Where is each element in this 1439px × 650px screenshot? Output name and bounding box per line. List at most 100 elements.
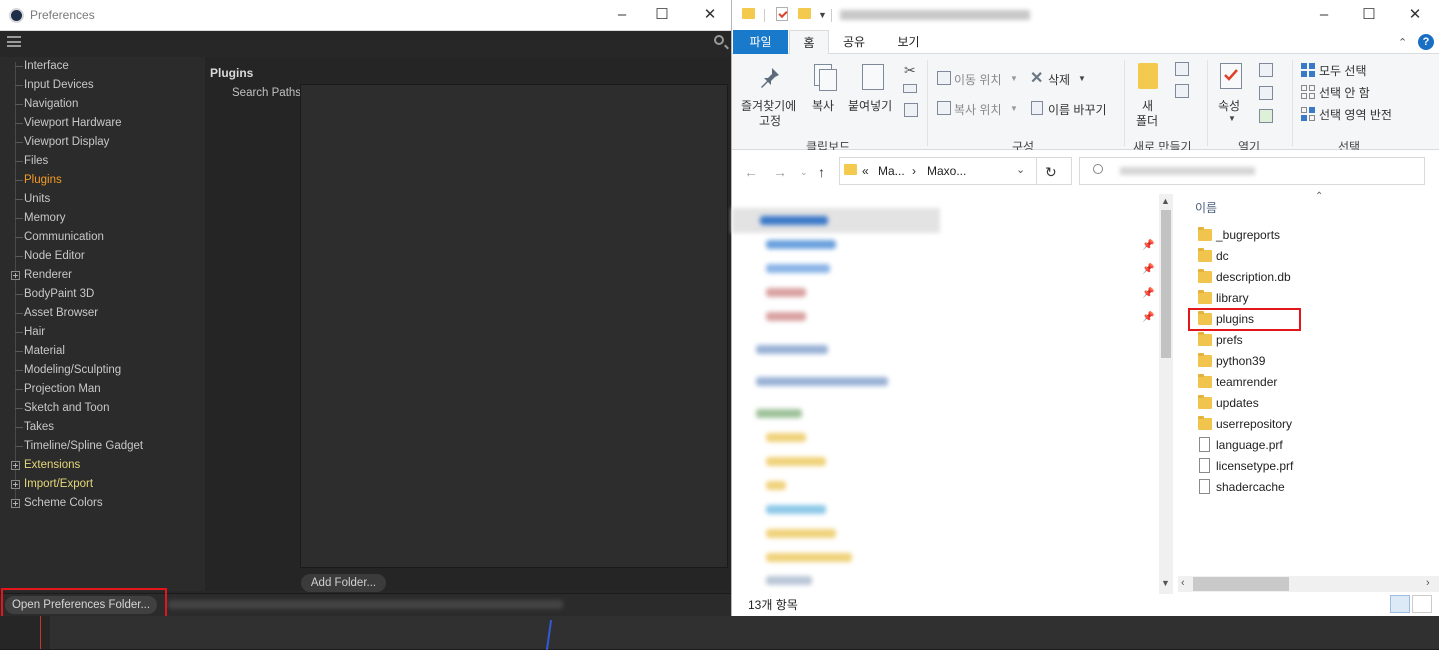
search-paths-list[interactable]	[300, 84, 728, 568]
nav-item[interactable]	[766, 240, 836, 249]
tree-item-units[interactable]: Units	[24, 190, 50, 209]
tree-item-memory[interactable]: Memory	[24, 209, 66, 228]
expand-icon[interactable]	[11, 480, 20, 489]
forward-arrow-icon[interactable]: →	[773, 164, 787, 180]
edit-icon[interactable]	[1259, 86, 1273, 100]
invert-selection-button[interactable]: 선택 영역 반전	[1319, 106, 1392, 123]
tree-item-sketch-and-toon[interactable]: Sketch and Toon	[24, 399, 109, 418]
nav-item[interactable]	[766, 481, 786, 490]
paste-icon[interactable]	[862, 64, 884, 90]
list-item[interactable]: prefs	[1195, 330, 1425, 351]
new-folder-label-2[interactable]: 폴더	[1136, 112, 1158, 129]
tree-item-extensions[interactable]: Extensions	[24, 456, 80, 475]
delete-button[interactable]: 삭제	[1048, 71, 1070, 88]
close-button[interactable]: ✕	[700, 6, 720, 24]
chevron-down-icon[interactable]: ▼	[1010, 74, 1018, 83]
nav-item-quick-access[interactable]	[760, 216, 828, 225]
nav-item[interactable]	[766, 529, 836, 538]
breadcrumb-2[interactable]: Maxo...	[927, 164, 966, 178]
list-item[interactable]: updates	[1195, 393, 1425, 414]
close-button[interactable]: ✕	[1405, 6, 1425, 24]
expand-icon[interactable]	[11, 499, 20, 508]
select-none-button[interactable]: 선택 안 함	[1319, 84, 1370, 101]
tree-item-scheme-colors[interactable]: Scheme Colors	[24, 494, 103, 513]
new-folder-icon[interactable]	[798, 8, 811, 19]
list-item[interactable]: description.db	[1195, 267, 1425, 288]
nav-item[interactable]	[766, 553, 852, 562]
easy-access-icon[interactable]	[1175, 84, 1189, 98]
nav-item-onedrive[interactable]	[756, 345, 828, 354]
navigation-pane[interactable]	[732, 194, 1172, 594]
tree-item-navigation[interactable]: Navigation	[24, 95, 78, 114]
tree-item-communication[interactable]: Communication	[24, 228, 104, 247]
back-arrow-icon[interactable]: ←	[744, 164, 758, 180]
maximize-button[interactable]: ☐	[652, 6, 672, 24]
nav-item[interactable]	[766, 576, 812, 585]
list-item[interactable]: language.prf	[1195, 435, 1425, 456]
chevron-down-icon[interactable]: ▼	[1010, 104, 1018, 113]
list-item[interactable]: teamrender	[1195, 372, 1425, 393]
chevron-down-icon[interactable]: ⌄	[1016, 163, 1025, 176]
nav-scrollbar-thumb[interactable]	[1161, 210, 1171, 358]
properties-button[interactable]: 속성	[1218, 97, 1240, 114]
expand-icon[interactable]	[11, 271, 20, 280]
delete-icon[interactable]: ✕	[1030, 68, 1043, 88]
tree-item-viewport-display[interactable]: Viewport Display	[24, 133, 109, 152]
history-icon[interactable]	[1259, 109, 1273, 123]
tree-item-viewport-hardware[interactable]: Viewport Hardware	[24, 114, 122, 133]
tree-item-asset-browser[interactable]: Asset Browser	[24, 304, 98, 323]
nav-item-user[interactable]	[756, 409, 802, 418]
list-item[interactable]: python39	[1195, 351, 1425, 372]
search-icon[interactable]	[714, 35, 724, 45]
new-item-icon[interactable]	[1175, 62, 1189, 76]
recent-locations-icon[interactable]: ⌄	[800, 167, 808, 178]
scroll-up-icon[interactable]: ▲	[1161, 196, 1170, 206]
column-header-name[interactable]: 이름	[1195, 199, 1217, 216]
help-icon[interactable]: ?	[1418, 34, 1434, 50]
customize-quick-access-icon[interactable]: ▼	[818, 10, 827, 20]
list-item[interactable]: _bugreports	[1195, 225, 1425, 246]
tree-item-material[interactable]: Material	[24, 342, 65, 361]
tree-item-node-editor[interactable]: Node Editor	[24, 247, 85, 266]
list-item[interactable]: licensetype.prf	[1195, 456, 1425, 477]
move-to-icon[interactable]	[937, 71, 951, 85]
refresh-icon[interactable]: ↻	[1045, 164, 1057, 181]
tree-item-hair[interactable]: Hair	[24, 323, 45, 342]
nav-item[interactable]	[766, 505, 826, 514]
tree-item-bodypaint-3d[interactable]: BodyPaint 3D	[24, 285, 94, 304]
tree-item-projection-man[interactable]: Projection Man	[24, 380, 101, 399]
minimize-button[interactable]: –	[1314, 6, 1334, 24]
tree-item-files[interactable]: Files	[24, 152, 48, 171]
tree-item-interface[interactable]: Interface	[24, 57, 69, 76]
select-all-button[interactable]: 모두 선택	[1319, 62, 1367, 79]
copy-to-icon[interactable]	[937, 101, 951, 115]
rename-icon[interactable]	[1031, 101, 1043, 115]
nav-item[interactable]	[766, 457, 826, 466]
tab-home[interactable]: 홈	[789, 30, 829, 55]
nav-item[interactable]	[766, 288, 806, 297]
file-list-hscroll-thumb[interactable]	[1193, 577, 1289, 591]
list-item[interactable]: shadercache	[1195, 477, 1425, 498]
minimize-button[interactable]: –	[612, 6, 632, 24]
address-overflow[interactable]: «	[862, 164, 869, 178]
nav-item-onedrive-personal[interactable]	[756, 377, 888, 386]
tab-file[interactable]: 파일	[733, 30, 788, 54]
tree-item-timeline-spline-gadget[interactable]: Timeline/Spline Gadget	[24, 437, 143, 456]
copy-to-button[interactable]: 복사 위치	[954, 101, 1002, 118]
expand-icon[interactable]	[11, 461, 20, 470]
scroll-right-icon[interactable]: ›	[1426, 577, 1430, 589]
tree-item-input-devices[interactable]: Input Devices	[24, 76, 94, 95]
paste-shortcut-icon[interactable]	[904, 103, 918, 117]
copy-button[interactable]: 복사	[812, 97, 834, 114]
properties-icon[interactable]	[776, 7, 788, 21]
copy-path-icon[interactable]	[903, 84, 917, 93]
scroll-down-icon[interactable]: ▼	[1161, 578, 1170, 588]
list-item[interactable]: library	[1195, 288, 1425, 309]
maximize-button[interactable]: ☐	[1359, 6, 1379, 24]
tree-item-renderer[interactable]: Renderer	[24, 266, 72, 285]
open-icon[interactable]	[1259, 63, 1273, 77]
tab-view[interactable]: 보기	[886, 30, 931, 54]
tree-item-modeling-sculpting[interactable]: Modeling/Sculpting	[24, 361, 121, 380]
move-to-button[interactable]: 이동 위치	[954, 71, 1002, 88]
pin-to-quick-access-label-2[interactable]: 고정	[759, 112, 781, 129]
